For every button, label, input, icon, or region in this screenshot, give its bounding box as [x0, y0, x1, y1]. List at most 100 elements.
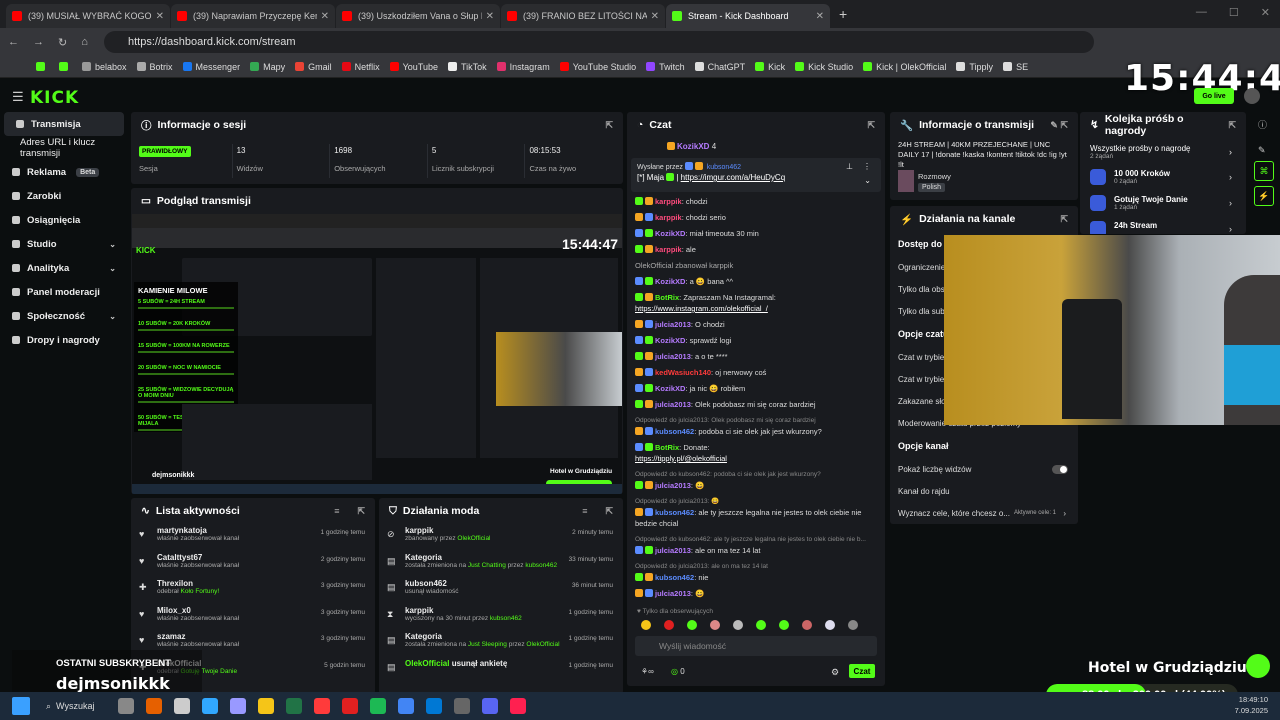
popout-icon[interactable]: ⇱ [1060, 214, 1068, 225]
emote-icon[interactable] [664, 620, 674, 630]
chat-message[interactable]: Odpowiedź do kubson462: ale ty jeszcze l… [635, 534, 875, 556]
chat-username[interactable]: julcia2013 [655, 320, 691, 329]
sidebar-item[interactable]: Studio ⌄ [0, 232, 128, 256]
mod-action-row[interactable]: ▤ kubson462 usunął wiadomość 36 minut temu [379, 577, 623, 604]
chat-send-button[interactable]: Czat [849, 664, 875, 678]
avatar[interactable] [1244, 88, 1260, 104]
chat-username[interactable]: kedWasiuch140 [655, 368, 711, 377]
bookmark-item[interactable]: Kick [755, 62, 785, 72]
chat-username[interactable]: KozikXD [655, 229, 685, 238]
emote-icon[interactable] [710, 620, 720, 630]
taskbar-app-icon[interactable] [314, 698, 330, 714]
bookmark-item[interactable]: Mapy [250, 62, 285, 72]
settings-icon[interactable]: ⚙ [831, 667, 839, 678]
channel-action-item[interactable]: Kanał do rajdu [890, 480, 1078, 502]
chat-message[interactable]: KozikXD: miał timeouta 30 min [635, 228, 875, 239]
taskbar-app-icon[interactable] [202, 698, 218, 714]
chat-link[interactable]: https://tipply.pl/@olekofficial [635, 454, 727, 463]
go-live-button[interactable]: Go live [1194, 88, 1234, 104]
sidebar-item[interactable]: Osiągnięcia [0, 208, 128, 232]
taskbar-app-icon[interactable] [174, 698, 190, 714]
chat-username[interactable]: julcia2013 [655, 481, 691, 490]
emote-icon[interactable] [802, 620, 812, 630]
taskbar-app-icon[interactable] [370, 698, 386, 714]
tab-close-icon[interactable]: ✕ [816, 11, 824, 22]
taskbar-app-icon[interactable] [230, 698, 246, 714]
chat-username[interactable]: kubson462 [655, 573, 694, 582]
chat-username[interactable]: julcia2013 [655, 400, 691, 409]
chat-username[interactable]: julcia2013 [655, 546, 691, 555]
pencil-icon[interactable]: ✎ [1258, 145, 1280, 156]
reward-item[interactable]: 24h Stream › [1080, 218, 1246, 234]
forward-icon[interactable]: → [33, 36, 44, 48]
bookmark-item[interactable]: Twitch [646, 62, 685, 72]
chat-message[interactable]: karppik: chodzi serio [635, 212, 875, 223]
bookmark-item[interactable]: Netflix [341, 62, 380, 72]
chat-message[interactable]: karppik: chodzi [635, 196, 875, 207]
taskbar-app-icon[interactable] [118, 698, 134, 714]
sidebar-item[interactable]: Reklama Beta [0, 160, 128, 184]
taskbar-app-icon[interactable] [482, 698, 498, 714]
activity-row[interactable]: ♥ martynkatoja właśnie zaobserwował kanał 1… [131, 524, 375, 551]
bookmark-item[interactable]: belabox [82, 62, 127, 72]
mod-action-row[interactable]: ▤ Kategoria została zmieniona na Just Chat… [379, 551, 623, 578]
chat-message[interactable]: OlekOfficial zbanował karppik [635, 260, 875, 271]
bolt-icon[interactable]: ⚡ [1254, 186, 1274, 206]
bookmark-item[interactable]: Kick Studio [795, 62, 853, 72]
emote-icon[interactable] [641, 620, 651, 630]
chat-message[interactable]: kedWasiuch140: oj nerwowy coś [635, 367, 875, 378]
maximize-icon[interactable]: ☐ [1229, 6, 1239, 19]
bookmark-item[interactable]: ChatGPT [694, 62, 745, 72]
browser-tab[interactable]: (39) Naprawiam Przyczepę Kempin ✕ [171, 4, 335, 28]
viewer-count-toggle[interactable] [1052, 464, 1068, 474]
activity-row[interactable]: ♥ Milox_x0 właśnie zaobserwował kanał 3 god… [131, 604, 375, 631]
popout-icon[interactable]: ⇱ [1228, 120, 1236, 131]
channel-action-item[interactable]: Pokaż liczbę widzów [890, 458, 1078, 480]
reward-item[interactable]: 10 000 Kroków 0 żądań › [1080, 166, 1246, 192]
chevron-down-icon[interactable]: ⌄ [864, 176, 871, 185]
taskbar-app-icon[interactable] [398, 698, 414, 714]
bookmark-item[interactable]: Botrix [136, 62, 173, 72]
browser-tab[interactable]: Stream - Kick Dashboard ✕ [666, 4, 830, 28]
chat-message[interactable]: julcia2013: a o te **** [635, 351, 875, 362]
sidebar-item[interactable]: Transmisja [4, 112, 124, 136]
mod-action-row[interactable]: ▤ Kategoria została zmieniona na Just Slee… [379, 630, 623, 657]
emote-icon[interactable] [687, 620, 697, 630]
info-icon[interactable]: ⓘ [1258, 118, 1280, 131]
popout-icon[interactable]: ⇱ [357, 506, 365, 517]
sidebar-item[interactable]: Dropy i nagrody [0, 328, 128, 352]
pinned-link[interactable]: https://imgur.com/a/HeuDyCq [681, 173, 785, 182]
chat-username[interactable]: kubson462 [655, 508, 694, 517]
emote-icon[interactable] [733, 620, 743, 630]
bookmark-item[interactable] [36, 62, 49, 71]
bookmark-item[interactable]: Instagram [496, 62, 550, 72]
stream-preview-video[interactable]: KICK 15:44:47 KAMIENIE MILOWE 5 SUBÓW = … [132, 214, 622, 494]
chat-bubble-icon[interactable] [1246, 654, 1270, 678]
chat-message[interactable]: BotRix: Zapraszam Na Instagramal: https:/… [635, 292, 875, 314]
activity-row[interactable]: ✚ Threxilon odebrał Koło Fortuny! 3 godziny… [131, 577, 375, 604]
chat-username[interactable]: KozikXD [655, 336, 685, 345]
chat-username[interactable]: KozikXD [655, 277, 685, 286]
chat-message[interactable]: KozikXD: sprawdź logi [635, 335, 875, 346]
reward-item[interactable]: Gotuję Twoje Danie 1 żądań › [1080, 192, 1246, 218]
emote-icon[interactable] [825, 620, 835, 630]
menu-icon[interactable]: ☰ [12, 89, 24, 105]
bookmark-item[interactable]: Gmail [295, 62, 332, 72]
taskbar-app-icon[interactable] [258, 698, 274, 714]
tab-close-icon[interactable]: ✕ [321, 11, 329, 22]
bookmark-item[interactable] [59, 62, 72, 71]
taskbar-app-icon[interactable] [454, 698, 470, 714]
emote-icon[interactable] [848, 620, 858, 630]
pin-icon[interactable]: ⊥ [846, 162, 853, 171]
minimize-icon[interactable]: — [1196, 6, 1207, 19]
chat-username[interactable]: julcia2013 [655, 589, 691, 598]
taskbar-app-icon[interactable] [510, 698, 526, 714]
chat-username[interactable]: karppik [655, 245, 682, 254]
windows-start-icon[interactable] [12, 697, 30, 715]
sidebar-item[interactable]: Społeczność ⌄ [0, 304, 128, 328]
bookmark-item[interactable]: Messenger [182, 62, 240, 72]
back-icon[interactable]: ← [8, 36, 19, 48]
new-tab-icon[interactable]: + [839, 6, 847, 22]
bookmark-item[interactable]: TikTok [448, 62, 487, 72]
bookmark-item[interactable]: YouTube Studio [559, 62, 636, 72]
